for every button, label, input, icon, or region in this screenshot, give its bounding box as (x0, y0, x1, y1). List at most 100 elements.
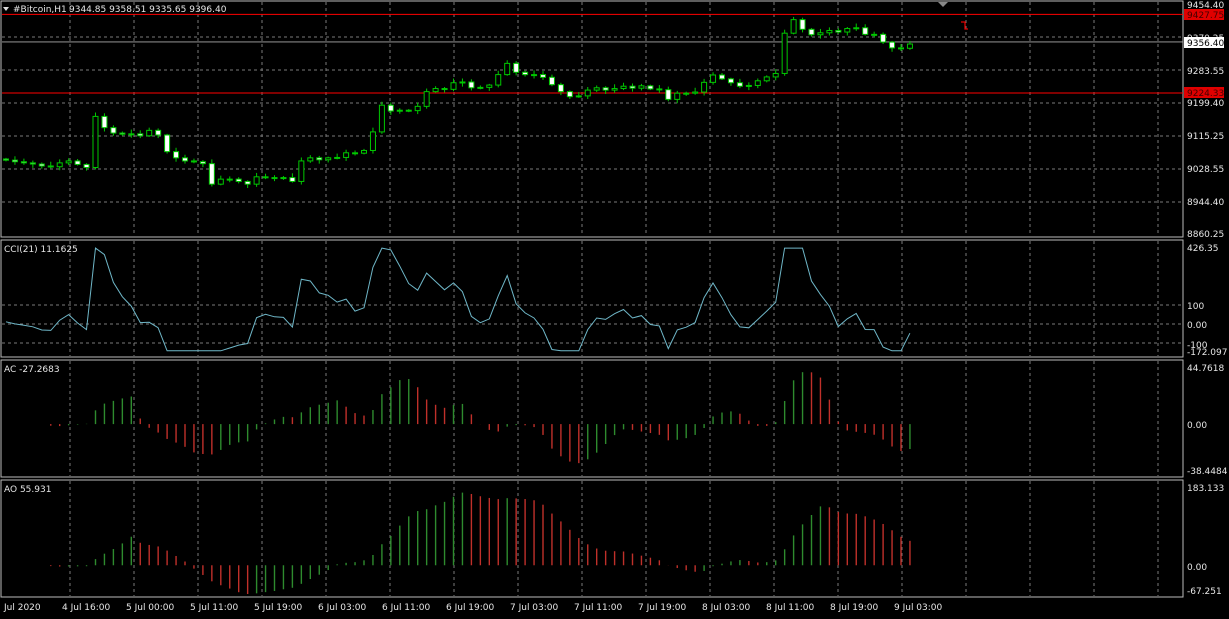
candle-body (262, 176, 269, 179)
time-tick: 7 Jul 19:00 (638, 603, 687, 613)
candle-body (361, 149, 367, 154)
ao-tick-0: 183.133 (1187, 484, 1224, 494)
candle-body (566, 91, 573, 98)
time-tick: 6 Jul 11:00 (382, 603, 431, 613)
candle-body (146, 129, 153, 137)
candle-body (862, 27, 869, 35)
candle-body (611, 88, 618, 91)
ao-panel[interactable] (0, 479, 1184, 598)
candle-body (182, 157, 188, 162)
candle-body (844, 28, 851, 33)
candle-body (369, 131, 376, 151)
candle-body (217, 178, 224, 185)
candle-body (47, 165, 54, 168)
candle-body (450, 82, 457, 90)
candle-body (307, 157, 314, 162)
candle-body (396, 109, 403, 112)
candle-body (790, 19, 797, 34)
candle-body (772, 72, 779, 78)
ao-title: AO 55.931 (4, 485, 51, 495)
candle-body (459, 81, 466, 84)
candle-body (11, 159, 18, 163)
candle-body (745, 84, 752, 87)
candle-body (719, 74, 725, 80)
candle-body (244, 180, 251, 185)
candle-body (736, 82, 743, 87)
ac-panel[interactable] (0, 359, 1184, 478)
candle-body (468, 81, 475, 89)
candle-body (692, 91, 699, 94)
candle-body (65, 160, 72, 164)
candle-body (110, 127, 117, 134)
candle-body (334, 156, 341, 159)
candle-body (817, 32, 824, 36)
candle-body (880, 33, 887, 43)
cci-tick-0: 426.35 (1187, 244, 1219, 254)
candle-body (20, 161, 27, 164)
ao-tick-1: 0.00 (1187, 563, 1207, 573)
candle-body (504, 62, 511, 76)
time-tick: 4 Jul 16:00 (62, 603, 111, 613)
candle-body (826, 29, 833, 34)
price-tick-7: 8860.25 (1187, 230, 1224, 240)
candle-body (432, 88, 439, 93)
candle-body (289, 177, 296, 182)
time-tick: 8 Jul 11:00 (766, 603, 815, 613)
ac-tick-1: 0.00 (1187, 421, 1207, 431)
current-price-label: 9356.40 (1187, 39, 1224, 49)
time-tick: 5 Jul 19:00 (254, 603, 303, 613)
candle-body (898, 47, 904, 50)
candle-body (101, 115, 108, 129)
candle-body (352, 152, 359, 155)
time-tick: 5 Jul 11:00 (190, 603, 239, 613)
candle-body (378, 104, 385, 133)
candle-body (137, 133, 144, 137)
candle-body (727, 78, 734, 84)
candle-body (164, 134, 171, 153)
candle-body (522, 71, 529, 76)
time-tick: 6 Jul 03:00 (318, 603, 367, 613)
time-tick: Jul 2020 (3, 603, 41, 613)
candle-body (119, 132, 126, 135)
candle-body (29, 162, 36, 165)
candle-body (906, 43, 913, 49)
candle-body (656, 88, 663, 91)
candle-body (710, 74, 717, 83)
candle-body (602, 87, 609, 91)
candle-body (620, 85, 627, 90)
trading-chart[interactable]: #Bitcoin,H1 9344.85 9358.51 9335.65 9396… (0, 0, 1229, 619)
lower-level-label: 9224.33 (1187, 89, 1224, 99)
candle-body (835, 29, 842, 33)
candle-body (754, 80, 761, 86)
candle-body (808, 28, 815, 36)
ac-tick-2: -38.4484 (1187, 467, 1228, 477)
candle-body (575, 95, 582, 98)
candle-body (155, 129, 162, 136)
candle-body (531, 74, 538, 77)
candle-body (495, 74, 502, 86)
candle-body (799, 19, 806, 30)
candle-body (701, 81, 708, 93)
time-tick: 5 Jul 00:00 (126, 603, 175, 613)
candle-body (235, 178, 242, 182)
candle-body (414, 105, 421, 112)
candle-body (441, 88, 448, 91)
candle-body (128, 133, 135, 136)
candle-body (638, 85, 645, 89)
candle-body (190, 160, 197, 163)
price-tick-5: 9028.55 (1187, 165, 1224, 175)
ao-tick-2: -67.251 (1187, 587, 1222, 597)
candle-body (513, 62, 520, 73)
candle-body (298, 160, 305, 182)
candle-body (3, 158, 9, 161)
main-header-ohlc: 9344.85 9358.51 9335.65 9396.40 (69, 5, 227, 15)
time-axis: Jul 2020 4 Jul 16:00 5 Jul 00:00 5 Jul 11:0… (3, 603, 943, 613)
candle-body (405, 109, 412, 112)
candle-body (343, 152, 350, 158)
cci-panel[interactable] (0, 239, 1184, 358)
candle-body (674, 92, 681, 100)
cci-tick-2: 0.00 (1187, 321, 1207, 331)
candle-body (74, 160, 81, 165)
candle-body (665, 89, 672, 100)
time-tick: 6 Jul 19:00 (446, 603, 495, 613)
